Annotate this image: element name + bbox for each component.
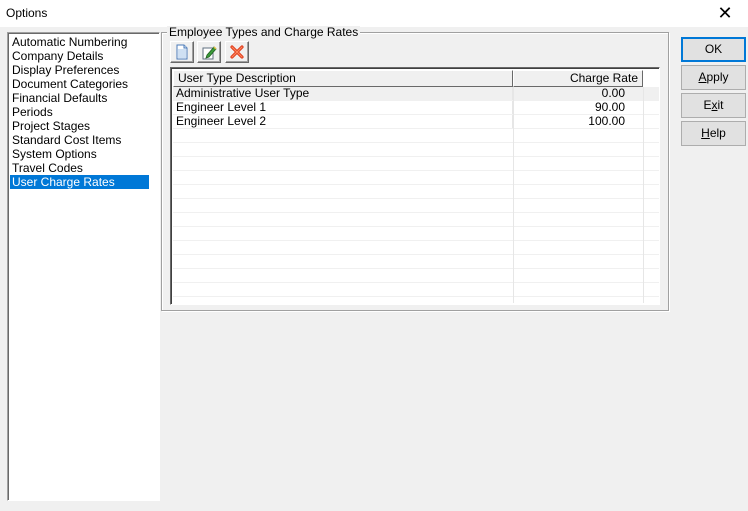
table-body: Administrative User Type 0.00 Engineer L… <box>173 87 659 303</box>
title-bar: Options ✕ <box>0 0 748 27</box>
empty-row <box>173 283 659 297</box>
cell-charge-rate: 100.00 <box>588 114 625 128</box>
group-title: Employee Types and Charge Rates <box>167 25 361 39</box>
cell-description: Administrative User Type <box>173 87 513 100</box>
empty-row <box>173 227 659 241</box>
options-dialog: Options ✕ Automatic Numbering Company De… <box>0 0 748 511</box>
apply-button[interactable]: Apply <box>681 65 746 90</box>
new-document-icon <box>176 44 188 60</box>
charge-rates-table[interactable]: User Type Description Charge Rate Admini… <box>170 67 660 305</box>
empty-row <box>173 143 659 157</box>
delete-button[interactable] <box>225 41 249 63</box>
help-label: elp <box>709 126 726 140</box>
cell-charge-rate: 0.00 <box>601 86 625 100</box>
empty-row <box>173 157 659 171</box>
column-divider <box>643 87 644 303</box>
nav-item-automatic-numbering[interactable]: Automatic Numbering <box>10 35 149 49</box>
table-row[interactable]: Engineer Level 2 100.00 <box>173 115 659 129</box>
apply-label: pply <box>706 70 729 84</box>
nav-item-user-charge-rates[interactable]: User Charge Rates <box>10 175 149 189</box>
options-category-list[interactable]: Automatic Numbering Company Details Disp… <box>7 32 160 501</box>
cell-charge-rate: 90.00 <box>594 100 625 114</box>
cell-description: Engineer Level 1 <box>173 101 513 114</box>
exit-button[interactable]: Exit <box>681 93 746 118</box>
nav-item-travel-codes[interactable]: Travel Codes <box>10 161 149 175</box>
nav-item-system-options[interactable]: System Options <box>10 147 149 161</box>
delete-x-icon <box>230 45 244 59</box>
nav-item-financial-defaults[interactable]: Financial Defaults <box>10 91 149 105</box>
exit-label-pre: E <box>703 98 712 112</box>
table-row[interactable]: Engineer Level 1 90.00 <box>173 101 659 115</box>
edit-button[interactable] <box>197 41 221 63</box>
new-button[interactable] <box>170 41 194 63</box>
close-button[interactable]: ✕ <box>702 0 748 27</box>
window-title: Options <box>6 6 48 20</box>
empty-row <box>173 199 659 213</box>
empty-row <box>173 129 659 143</box>
ok-label: OK <box>704 42 723 56</box>
empty-row <box>173 185 659 199</box>
apply-label-key: A <box>698 70 707 84</box>
help-button[interactable]: Help <box>681 121 746 146</box>
cell-description: Engineer Level 2 <box>173 115 513 128</box>
nav-item-document-categories[interactable]: Document Categories <box>10 77 149 91</box>
empty-row <box>173 255 659 269</box>
nav-item-display-preferences[interactable]: Display Preferences <box>10 63 149 77</box>
close-icon: ✕ <box>717 3 733 23</box>
empty-row <box>173 241 659 255</box>
nav-item-project-stages[interactable]: Project Stages <box>10 119 149 133</box>
table-header: User Type Description Charge Rate <box>173 70 643 87</box>
table-row[interactable]: Administrative User Type 0.00 <box>173 87 659 101</box>
ok-button[interactable]: OK <box>681 37 746 62</box>
column-header-description[interactable]: User Type Description <box>173 70 513 87</box>
column-header-charge-rate[interactable]: Charge Rate <box>513 70 643 87</box>
empty-row <box>173 213 659 227</box>
help-label-key: H <box>701 126 710 140</box>
nav-item-company-details[interactable]: Company Details <box>10 49 149 63</box>
column-divider <box>513 87 514 303</box>
exit-label: it <box>717 98 724 112</box>
empty-row <box>173 171 659 185</box>
edit-document-icon <box>202 46 217 60</box>
empty-row <box>173 269 659 283</box>
nav-item-standard-cost-items[interactable]: Standard Cost Items <box>10 133 149 147</box>
nav-item-periods[interactable]: Periods <box>10 105 149 119</box>
